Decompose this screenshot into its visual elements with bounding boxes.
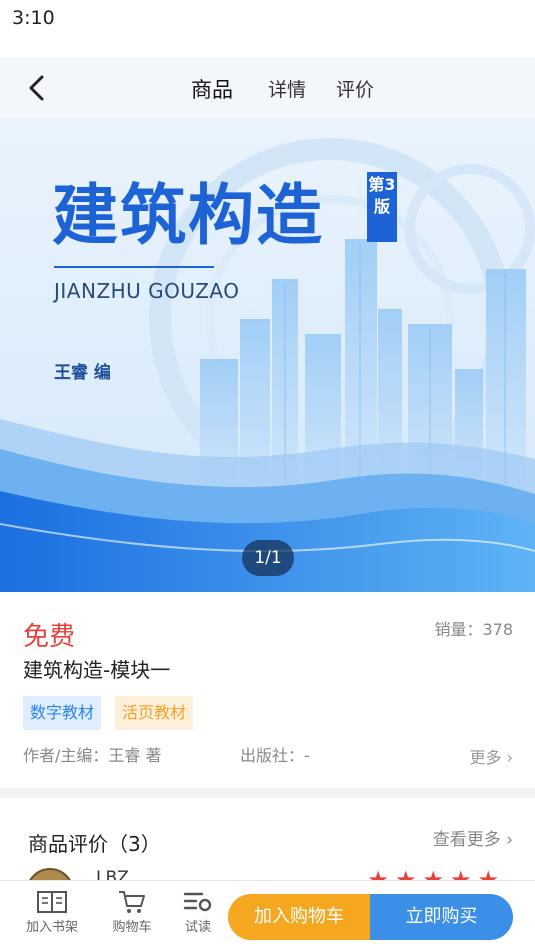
- cover-pinyin: JIANZHU GOUZAO: [54, 279, 240, 303]
- bookshelf-label: 加入书架: [25, 920, 78, 935]
- trial-read-icon: [183, 892, 212, 912]
- price: 免费: [23, 622, 76, 652]
- trial-label: 试读: [184, 920, 211, 935]
- top-nav: 商品 详情 评价: [0, 57, 535, 119]
- add-to-bookshelf-button[interactable]: 加入书架: [22, 889, 82, 935]
- more-info-link[interactable]: 更多 ›: [470, 744, 514, 768]
- review-username: LBZ: [96, 868, 129, 880]
- product-info: 免费 销量：378 建筑构造-模块一 数字教材 活页教材 作者/主编：王睿 著 …: [0, 592, 535, 788]
- buy-now-button[interactable]: 立即购买: [370, 894, 513, 940]
- cover-author: 王睿 编: [54, 363, 111, 383]
- status-bar: 3:10: [0, 0, 535, 38]
- trial-read-button[interactable]: 试读: [168, 889, 228, 935]
- publisher-label: 出版社：-: [240, 746, 310, 765]
- avatar: [26, 868, 74, 880]
- sales-count: 销量：378: [434, 620, 513, 639]
- cover-edition: 第3版: [367, 172, 397, 242]
- cover-title: 建筑构造: [52, 177, 324, 254]
- tab-reviews[interactable]: 评价: [336, 75, 374, 102]
- cart-button[interactable]: 购物车: [102, 889, 162, 935]
- reviews-title: 商品评价（3）: [28, 832, 161, 856]
- cover-divider: [54, 266, 214, 268]
- image-counter: 1/1: [242, 540, 294, 576]
- cart-label: 购物车: [112, 920, 152, 935]
- tag-looseleaf-textbook: 活页教材: [115, 696, 194, 730]
- tab-details[interactable]: 详情: [268, 75, 306, 102]
- see-more-reviews-link[interactable]: 查看更多 ›: [433, 825, 513, 850]
- author-label: 作者/主编：王睿 著: [23, 746, 162, 765]
- section-divider: [0, 788, 535, 798]
- book-icon: [37, 891, 67, 913]
- product-name: 建筑构造-模块一: [23, 658, 171, 682]
- tag-digital-textbook: 数字教材: [23, 696, 102, 730]
- cart-icon: [119, 891, 145, 913]
- bottom-action-bar: 加入书架 购物车 试读 加入购物车 立即购买: [0, 880, 535, 951]
- back-button[interactable]: [24, 73, 52, 103]
- add-to-cart-button[interactable]: 加入购物车: [228, 894, 370, 940]
- star-rating: ★★★★★: [367, 866, 505, 880]
- chevron-left-icon: [29, 75, 44, 101]
- tab-product[interactable]: 商品: [191, 74, 233, 104]
- reviews-section: 商品评价（3） 查看更多 › LBZ ★★★★★: [0, 798, 535, 880]
- product-image-carousel[interactable]: 建筑构造 第3版 JIANZHU GOUZAO 王睿 编 1/1: [0, 119, 535, 592]
- status-time: 3:10: [12, 7, 55, 29]
